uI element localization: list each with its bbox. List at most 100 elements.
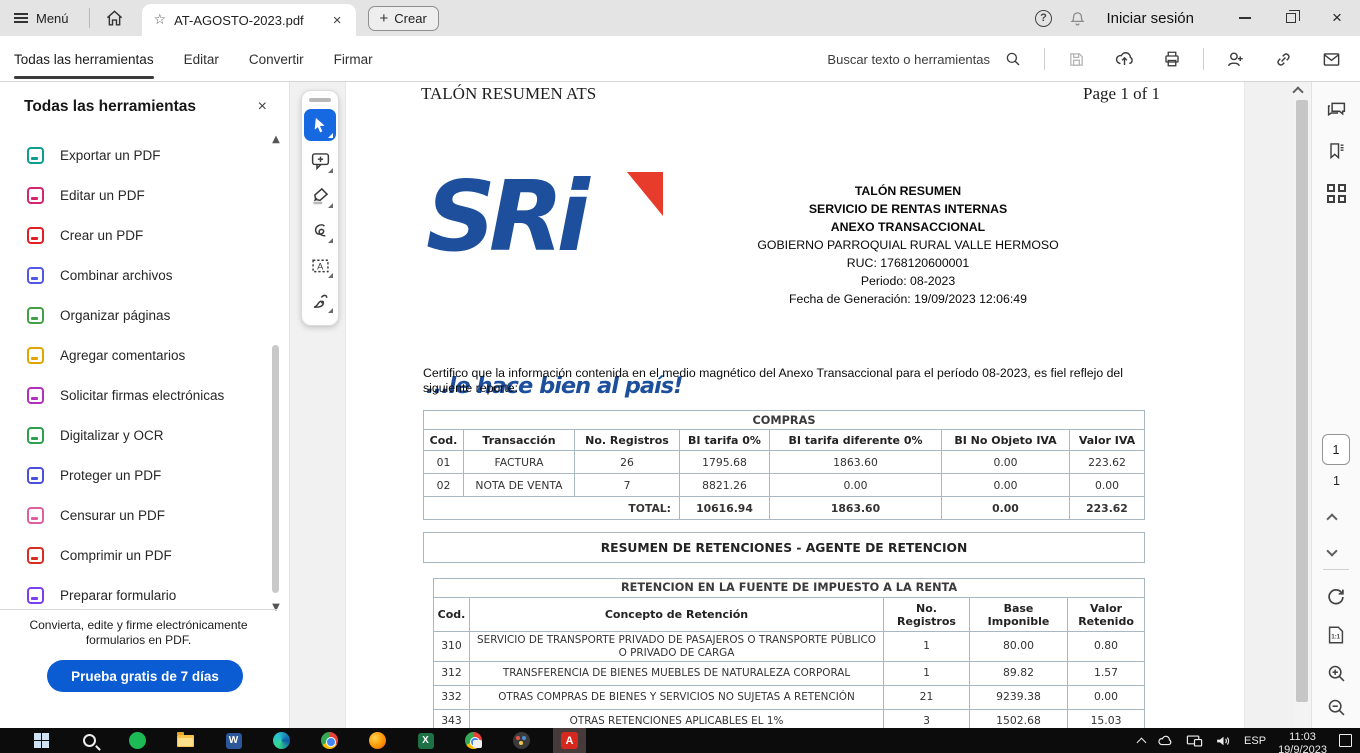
document-tab[interactable]: ☆ AT-AGOSTO-2023.pdf × (142, 4, 356, 36)
divider (1323, 569, 1349, 570)
tab-editar[interactable]: Editar (184, 36, 219, 82)
create-button[interactable]: + Crear (368, 6, 439, 31)
notifications-button[interactable] (1060, 0, 1094, 36)
sidebar-item-combinar-archivos[interactable]: Combinar archivos (0, 255, 268, 295)
previous-page-button[interactable] (1328, 510, 1336, 528)
browser-profile-icon (465, 732, 482, 749)
next-page-button[interactable] (1328, 542, 1336, 560)
firefox-app-button[interactable] (367, 730, 388, 751)
search-label[interactable]: Buscar texto o herramientas (827, 52, 990, 67)
scroll-up-icon[interactable] (1292, 86, 1303, 97)
tray-expand-icon[interactable] (1137, 737, 1147, 747)
redact-pdf-icon (27, 507, 44, 524)
sidebar-item-censurar-pdf[interactable]: Censurar un PDF (0, 495, 268, 535)
drag-handle[interactable] (309, 98, 331, 102)
zoom-out-button[interactable] (1319, 690, 1353, 724)
menu-button[interactable]: Menú (0, 0, 81, 36)
file-explorer-button[interactable] (175, 730, 196, 751)
select-tool-button[interactable] (304, 109, 336, 141)
scrollbar-thumb[interactable] (272, 345, 279, 593)
taskbar-clock[interactable]: 11:03 19/9/2023 (1278, 728, 1327, 753)
thumbnails-panel-button[interactable] (1319, 176, 1353, 210)
rotate-page-button[interactable] (1319, 580, 1353, 614)
email-button[interactable] (1314, 42, 1348, 76)
add-comment-tool-button[interactable] (304, 144, 336, 176)
search-button[interactable] (996, 42, 1030, 76)
tab-close-icon[interactable]: × (331, 12, 344, 29)
spotify-app-button[interactable] (127, 730, 148, 751)
action-center-icon[interactable] (1339, 734, 1352, 747)
start-button[interactable] (31, 730, 52, 751)
get-link-button[interactable] (1266, 42, 1300, 76)
keyboard-language-label[interactable]: ESP (1244, 735, 1266, 747)
onedrive-tray-icon[interactable] (1157, 734, 1174, 748)
word-app-button[interactable]: W (223, 730, 244, 751)
doc-header-page-number: Page 1 of 1 (1083, 84, 1160, 104)
print-button[interactable] (1155, 42, 1189, 76)
sidebar-item-editar-pdf[interactable]: Editar un PDF (0, 175, 268, 215)
compress-pdf-icon (27, 547, 44, 564)
volume-tray-icon[interactable] (1215, 734, 1232, 748)
toolbar: Todas las herramientas Editar Convertir … (0, 36, 1360, 82)
tab-todas-las-herramientas[interactable]: Todas las herramientas (14, 36, 154, 82)
sidebar-scrollbar[interactable]: ▲ ▼ (271, 135, 281, 613)
paint-app-button[interactable] (511, 730, 532, 751)
help-icon: ? (1035, 10, 1052, 27)
home-button[interactable] (98, 0, 132, 36)
scrollbar-thumb[interactable] (1296, 100, 1308, 702)
highlight-tool-button[interactable] (304, 179, 336, 211)
display-tray-icon[interactable] (1186, 734, 1203, 748)
cloud-upload-icon (1115, 50, 1134, 69)
info-line: Periodo: 08-2023 (668, 272, 1148, 290)
sidebar-item-crear-pdf[interactable]: Crear un PDF (0, 215, 268, 255)
request-signatures-icon (27, 387, 44, 404)
minimize-button[interactable] (1222, 0, 1268, 36)
sidebar-item-agregar-comentarios[interactable]: Agregar comentarios (0, 335, 268, 375)
scroll-up-icon[interactable]: ▲ (271, 135, 281, 145)
sidebar-item-proteger-pdf[interactable]: Proteger un PDF (0, 455, 268, 495)
help-button[interactable]: ? (1026, 0, 1060, 36)
close-button[interactable]: × (1314, 0, 1360, 36)
sidebar-item-organizar-paginas[interactable]: Organizar páginas (0, 295, 268, 335)
restore-icon (1286, 13, 1296, 23)
sidebar-close-icon[interactable]: × (252, 96, 273, 118)
sidebar-item-preparar-formulario[interactable]: Preparar formulario (0, 575, 268, 613)
bookmarks-panel-button[interactable] (1319, 134, 1353, 168)
add-people-button[interactable] (1218, 42, 1252, 76)
fill-sign-tool-button[interactable] (304, 284, 336, 316)
chrome-app-button[interactable] (319, 730, 340, 751)
zoom-in-button[interactable] (1319, 656, 1353, 690)
taskbar-search-button[interactable] (79, 730, 100, 751)
acrobat-app-button-active[interactable]: A (553, 728, 586, 753)
browser-profile-button[interactable] (463, 730, 484, 751)
edge-app-button[interactable] (271, 730, 292, 751)
divider (0, 609, 277, 610)
renta-table: RETENCION EN LA FUENTE DE IMPUESTO A LA … (433, 578, 1145, 728)
sidebar-item-digitalizar-ocr[interactable]: Digitalizar y OCR (0, 415, 268, 455)
sidebar-item-comprimir-pdf[interactable]: Comprimir un PDF (0, 535, 268, 575)
draw-tool-button[interactable] (304, 214, 336, 246)
share-upload-button[interactable] (1107, 42, 1141, 76)
sidebar-item-solicitar-firmas[interactable]: Solicitar firmas electrónicas (0, 375, 268, 415)
tab-firmar[interactable]: Firmar (334, 36, 373, 82)
document-scrollbar[interactable] (1294, 82, 1311, 728)
tab-convertir[interactable]: Convertir (249, 36, 304, 82)
close-icon: × (1332, 8, 1342, 28)
save-button[interactable] (1059, 42, 1093, 76)
spotify-icon (129, 732, 146, 749)
cursor-icon (310, 115, 330, 135)
sidebar-item-exportar-pdf[interactable]: Exportar un PDF (0, 135, 268, 175)
excel-app-button[interactable]: X (415, 730, 436, 751)
word-icon: W (226, 733, 242, 749)
page-fit-button[interactable]: 1:1 (1319, 618, 1353, 652)
sign-in-button[interactable]: Iniciar sesión (1106, 10, 1194, 27)
free-trial-button[interactable]: Prueba gratis de 7 días (47, 660, 243, 692)
star-icon[interactable]: ☆ (154, 12, 167, 28)
scroll-down-icon[interactable]: ▼ (271, 603, 281, 613)
select-text-tool-button[interactable]: A (304, 249, 336, 281)
restore-button[interactable] (1268, 0, 1314, 36)
comments-panel-button[interactable] (1319, 92, 1353, 126)
comments-icon (1326, 99, 1347, 120)
table-row: 332 OTRAS COMPRAS DE BIENES Y SERVICIOS … (434, 686, 1145, 710)
page-number-input[interactable]: 1 (1322, 434, 1350, 465)
